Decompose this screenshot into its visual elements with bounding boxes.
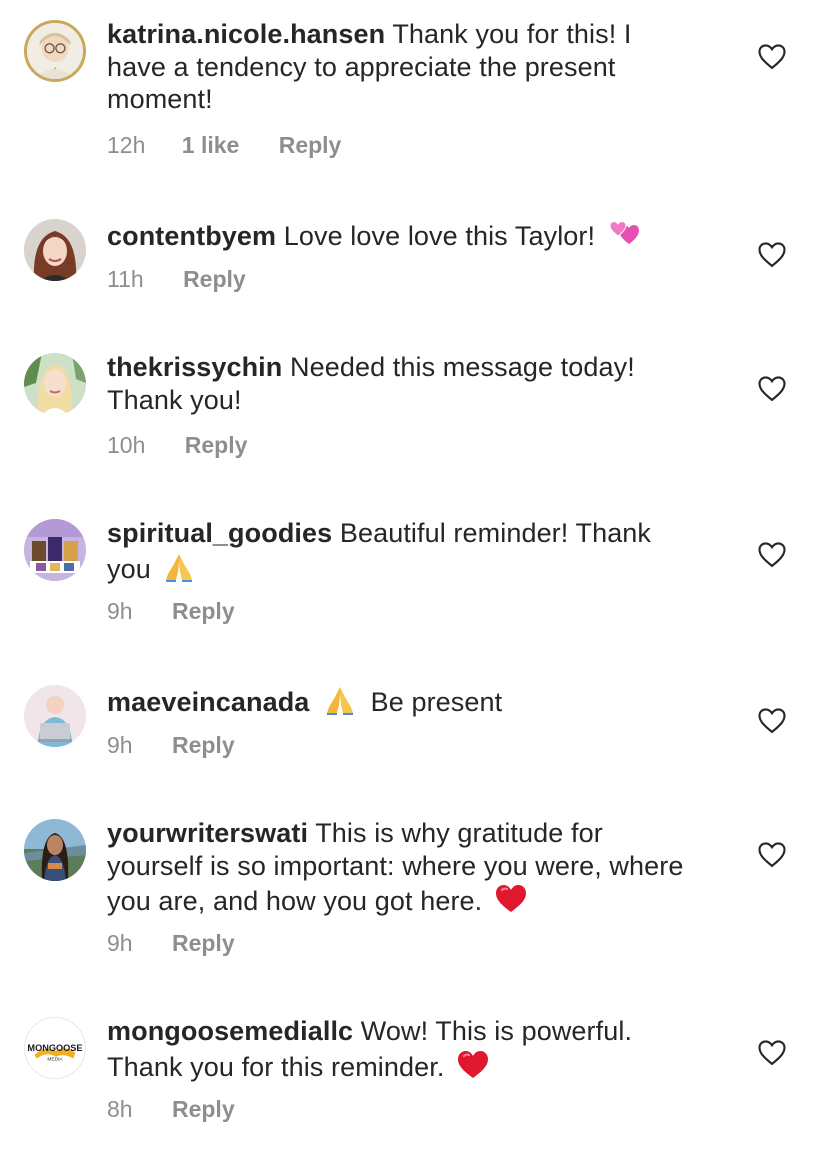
comment-meta: 9h Reply <box>107 930 235 957</box>
like-heart-icon[interactable] <box>757 1038 787 1066</box>
comment-username[interactable]: maeveincanada <box>107 687 309 717</box>
comment-text: mongoosemediallc Wow! This is powerful. … <box>107 1015 697 1083</box>
comment-meta: 12h 1 like Reply <box>107 132 341 159</box>
comment-body: Love love love this Taylor! <box>283 221 596 251</box>
comment-time: 9h <box>107 732 133 758</box>
avatar-woman-glasses-icon: ✦ <box>27 23 83 79</box>
avatar-products-icon <box>24 519 86 581</box>
comment-text: spiritual_goodies Beautiful reminder! Th… <box>107 517 697 585</box>
avatar-woman-red-hair-icon <box>24 219 86 281</box>
red-heart-emoji-icon <box>456 1048 490 1080</box>
like-heart-icon[interactable] <box>757 374 787 402</box>
like-heart-icon[interactable] <box>757 706 787 734</box>
comment-meta: 9h Reply <box>107 598 235 625</box>
avatar[interactable]: MONGOOSE MEDIA <box>24 1017 86 1079</box>
comment-meta: 10h Reply <box>107 432 247 459</box>
svg-text:✦: ✦ <box>53 66 57 72</box>
reply-button[interactable]: Reply <box>185 432 248 459</box>
comment-text: maeveincanada Be present <box>107 683 697 719</box>
comment-time: 12h <box>107 132 146 158</box>
reply-button[interactable]: Reply <box>279 132 342 159</box>
comment-time: 8h <box>107 1096 133 1122</box>
comment-username[interactable]: yourwriterswati <box>107 818 308 848</box>
reply-button[interactable]: Reply <box>172 732 235 759</box>
comment-text: thekrissychin Needed this message today!… <box>107 351 697 416</box>
avatar-woman-laptop-icon <box>24 685 86 747</box>
comment-meta: 8h Reply <box>107 1096 235 1123</box>
folded-hands-emoji-icon <box>323 683 357 715</box>
comment-time: 10h <box>107 432 146 458</box>
comment-meta: 9h Reply <box>107 732 235 759</box>
comment-time: 9h <box>107 930 133 956</box>
avatar-woman-outdoor-icon <box>24 819 86 881</box>
two-hearts-emoji-icon <box>607 217 641 249</box>
comment-time: 9h <box>107 598 133 624</box>
comment-text: katrina.nicole.hansen Thank you for this… <box>107 18 697 116</box>
avatar[interactable] <box>24 519 86 581</box>
reply-button[interactable]: Reply <box>172 1096 235 1123</box>
like-heart-icon[interactable] <box>757 840 787 868</box>
like-heart-icon[interactable] <box>757 540 787 568</box>
avatar[interactable]: ✦ <box>24 20 86 82</box>
reply-button[interactable]: Reply <box>172 930 235 957</box>
folded-hands-emoji-icon <box>162 550 196 582</box>
avatar[interactable] <box>24 353 86 415</box>
comment-username[interactable]: thekrissychin <box>107 352 282 382</box>
reply-button[interactable]: Reply <box>183 266 246 293</box>
comment-body: Be present <box>370 687 503 717</box>
comment-username[interactable]: mongoosemediallc <box>107 1016 353 1046</box>
comment-username[interactable]: spiritual_goodies <box>107 518 332 548</box>
comment-username[interactable]: katrina.nicole.hansen <box>107 19 385 49</box>
comment-meta: 11h Reply <box>107 266 246 293</box>
reply-button[interactable]: Reply <box>172 598 235 625</box>
svg-text:MEDIA: MEDIA <box>47 1057 63 1063</box>
like-heart-icon[interactable] <box>757 240 787 268</box>
avatar[interactable] <box>24 819 86 881</box>
avatar[interactable] <box>24 685 86 747</box>
comment-text: yourwriterswati This is why gratitude fo… <box>107 817 697 918</box>
like-heart-icon[interactable] <box>757 42 787 70</box>
comment-likes[interactable]: 1 like <box>182 132 240 159</box>
comment-text: contentbyem Love love love this Taylor! <box>107 217 697 253</box>
avatar-woman-blonde-icon <box>24 353 86 415</box>
comment-time: 11h <box>107 266 144 292</box>
avatar[interactable] <box>24 219 86 281</box>
svg-text:MONGOOSE: MONGOOSE <box>27 1043 82 1053</box>
avatar-mongoose-logo-icon: MONGOOSE MEDIA <box>25 1018 85 1078</box>
red-heart-emoji-icon <box>494 882 528 914</box>
comment-username[interactable]: contentbyem <box>107 221 276 251</box>
